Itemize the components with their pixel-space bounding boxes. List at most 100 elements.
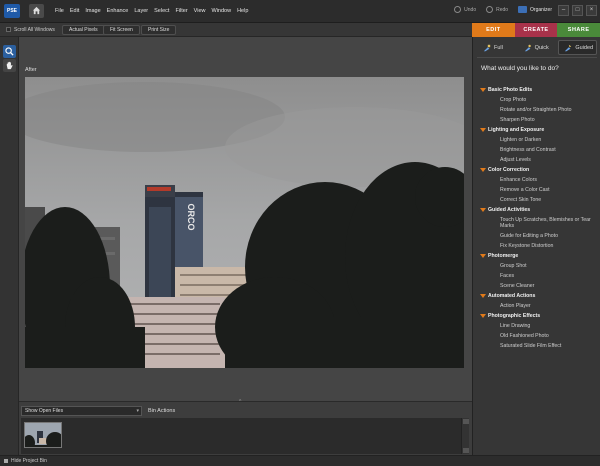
menu-edit[interactable]: Edit bbox=[70, 8, 79, 14]
redo-button[interactable]: Redo bbox=[486, 6, 508, 13]
task-lighten-darken[interactable]: Lighten or Darken bbox=[480, 135, 598, 145]
bin-thumbnails bbox=[21, 418, 461, 454]
category-automated-actions[interactable]: Automated Actions bbox=[480, 291, 598, 301]
building-sign: ORCO bbox=[186, 204, 196, 231]
app-logo: PSE bbox=[4, 4, 20, 18]
scroll-all-label: Scroll All Windows bbox=[14, 27, 55, 33]
task-old-fashioned-photo[interactable]: Old Fashioned Photo bbox=[480, 331, 598, 341]
category-label: Automated Actions bbox=[488, 293, 536, 299]
tab-share[interactable]: SHARE bbox=[557, 23, 600, 37]
minimize-button[interactable]: – bbox=[558, 5, 569, 16]
category-photographic-effects[interactable]: Photographic Effects bbox=[480, 311, 598, 321]
category-label: Guided Activities bbox=[488, 207, 531, 213]
menu-layer[interactable]: Layer bbox=[134, 8, 148, 14]
task-group-shot[interactable]: Group Shot bbox=[480, 261, 598, 271]
task-sharpen-photo[interactable]: Sharpen Photo bbox=[480, 115, 598, 125]
main-menu: File Edit Image Enhance Layer Select Fil… bbox=[55, 8, 248, 14]
fit-screen-button[interactable]: Fit Screen bbox=[103, 25, 140, 35]
actual-pixels-button[interactable]: Actual Pixels bbox=[62, 25, 105, 35]
menu-help[interactable]: Help bbox=[237, 8, 248, 14]
category-label: Lighting and Exposure bbox=[488, 127, 545, 133]
window-controls: – □ × bbox=[558, 5, 597, 16]
bin-scrollbar[interactable] bbox=[461, 418, 469, 454]
print-size-button[interactable]: Print Size bbox=[141, 25, 177, 35]
menu-view[interactable]: View bbox=[194, 8, 206, 14]
bin-toggle-icon bbox=[4, 459, 8, 463]
project-bin: Show Open Files ▾ Bin Actions bbox=[19, 401, 472, 455]
status-bar: Hide Project Bin bbox=[0, 455, 600, 466]
task-brightness-contrast[interactable]: Brightness and Contrast bbox=[480, 145, 598, 155]
task-action-player[interactable]: Action Player bbox=[480, 301, 598, 311]
quick-edit-icon bbox=[524, 44, 531, 51]
panel-question: What would you like to do? bbox=[481, 65, 559, 72]
category-label: Photomerge bbox=[488, 253, 519, 259]
category-label: Color Correction bbox=[488, 167, 530, 173]
task-crop-photo[interactable]: Crop Photo bbox=[480, 95, 598, 105]
document-canvas[interactable]: After ORCO bbox=[19, 37, 472, 405]
organizer-button[interactable]: Organizer bbox=[518, 6, 552, 13]
task-remove-color-cast[interactable]: Remove a Color Cast bbox=[480, 185, 598, 195]
undo-button[interactable]: Undo bbox=[454, 6, 476, 13]
home-icon bbox=[32, 6, 41, 15]
task-touch-up-scratches[interactable]: Touch Up Scratches, Blemishes or Tear Ma… bbox=[480, 215, 598, 231]
hand-tool[interactable] bbox=[3, 59, 16, 72]
redo-label: Redo bbox=[496, 6, 509, 13]
scroll-down-icon[interactable] bbox=[463, 448, 469, 453]
category-lighting-exposure[interactable]: Lighting and Exposure bbox=[480, 125, 598, 135]
hide-bin-label: Hide Project Bin bbox=[11, 458, 47, 464]
tab-edit[interactable]: EDIT bbox=[472, 23, 515, 37]
expand-arrow-icon bbox=[480, 314, 486, 318]
task-rotate-straighten[interactable]: Rotate and/or Straighten Photo bbox=[480, 105, 598, 115]
category-basic-photo-edits[interactable]: Basic Photo Edits bbox=[480, 85, 598, 95]
guided-task-list: Basic Photo Edits Crop Photo Rotate and/… bbox=[480, 85, 598, 351]
hide-bin-toggle[interactable]: Hide Project Bin bbox=[4, 458, 47, 464]
undo-label: Undo bbox=[464, 6, 477, 13]
mode-guided[interactable]: Guided bbox=[558, 40, 598, 55]
menu-file[interactable]: File bbox=[55, 8, 64, 14]
expand-arrow-icon bbox=[480, 294, 486, 298]
bin-file-select[interactable]: Show Open Files ▾ bbox=[21, 406, 142, 416]
task-correct-skin-tone[interactable]: Correct Skin Tone bbox=[480, 195, 598, 205]
menu-image[interactable]: Image bbox=[85, 8, 100, 14]
zoom-tool[interactable] bbox=[3, 45, 16, 58]
history-controls: Undo Redo Organizer bbox=[454, 6, 552, 13]
category-label: Photographic Effects bbox=[488, 313, 541, 319]
home-button[interactable] bbox=[29, 4, 44, 18]
scroll-all-checkbox[interactable] bbox=[6, 27, 11, 32]
mode-quick[interactable]: Quick bbox=[518, 40, 557, 55]
photo-image[interactable]: ORCO bbox=[25, 77, 464, 368]
tab-create[interactable]: CREATE bbox=[514, 23, 558, 37]
bin-select-value: Show Open Files bbox=[25, 408, 64, 414]
bin-actions-button[interactable]: Bin Actions bbox=[144, 406, 179, 416]
edit-mode-switcher: Full Quick Guided bbox=[477, 40, 598, 55]
tool-options-bar: Scroll All Windows Actual Pixels Fit Scr… bbox=[0, 23, 472, 37]
task-adjust-levels[interactable]: Adjust Levels bbox=[480, 155, 598, 165]
organizer-icon bbox=[518, 6, 528, 13]
menu-select[interactable]: Select bbox=[154, 8, 169, 14]
bin-thumbnail[interactable] bbox=[24, 422, 62, 448]
task-faces[interactable]: Faces bbox=[480, 271, 598, 281]
mode-guided-label: Guided bbox=[575, 44, 594, 51]
task-scene-cleaner[interactable]: Scene Cleaner bbox=[480, 281, 598, 291]
menu-enhance[interactable]: Enhance bbox=[107, 8, 129, 14]
mode-full[interactable]: Full bbox=[477, 40, 516, 55]
redo-icon bbox=[486, 6, 494, 13]
menu-filter[interactable]: Filter bbox=[175, 8, 187, 14]
expand-arrow-icon bbox=[480, 254, 486, 258]
category-color-correction[interactable]: Color Correction bbox=[480, 165, 598, 175]
task-guide-for-editing[interactable]: Guide for Editing a Photo bbox=[480, 231, 598, 241]
category-guided-activities[interactable]: Guided Activities bbox=[480, 205, 598, 215]
category-label: Basic Photo Edits bbox=[488, 87, 533, 93]
close-button[interactable]: × bbox=[586, 5, 597, 16]
task-enhance-colors[interactable]: Enhance Colors bbox=[480, 175, 598, 185]
maximize-button[interactable]: □ bbox=[572, 5, 583, 16]
menu-window[interactable]: Window bbox=[212, 8, 232, 14]
task-line-drawing[interactable]: Line Drawing bbox=[480, 321, 598, 331]
guided-panel: Full Quick Guided What would you like to… bbox=[472, 37, 600, 455]
zoom-icon bbox=[5, 47, 14, 56]
task-fix-keystone[interactable]: Fix Keystone Distortion bbox=[480, 241, 598, 251]
task-saturated-slide-film[interactable]: Saturated Slide Film Effect bbox=[480, 341, 598, 351]
scroll-up-icon[interactable] bbox=[463, 419, 469, 424]
category-photomerge[interactable]: Photomerge bbox=[480, 251, 598, 261]
mode-quick-label: Quick bbox=[534, 44, 549, 51]
